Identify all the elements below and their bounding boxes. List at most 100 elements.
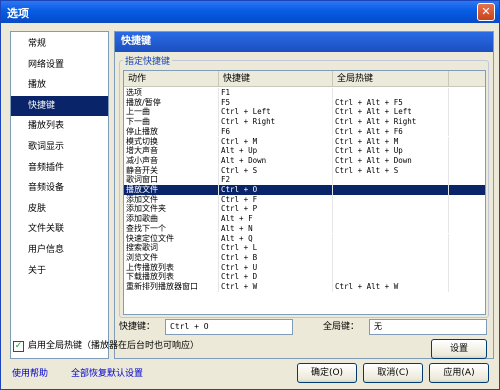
- sidebar-item[interactable]: 播放列表: [11, 116, 108, 136]
- shortcut-cell: Alt + Q: [219, 233, 333, 244]
- table-row[interactable]: 查找下一个 Alt + N: [124, 223, 485, 234]
- action-cell: 播放/暂停: [124, 97, 219, 108]
- sidebar-item[interactable]: 常规: [11, 34, 108, 54]
- sidebar-item[interactable]: 歌词显示: [11, 137, 108, 157]
- action-cell: 上一曲: [124, 107, 219, 118]
- table-row[interactable]: 下载播放列表 Ctrl + D: [124, 272, 485, 282]
- shortcut-cell: Ctrl + M: [219, 136, 333, 147]
- sidebar-item[interactable]: 文件关联: [11, 219, 108, 239]
- shortcut-table: 动作 快捷键 全局热键 选项 F1 播放/暂停 F5 Ctrl + Alt + F5 上一…: [123, 70, 486, 315]
- action-cell: 添加歌曲: [124, 214, 219, 224]
- sidebar-item[interactable]: 皮肤: [11, 199, 108, 219]
- sidebar-item[interactable]: 用户信息: [11, 240, 108, 260]
- shortcut-panel: 快捷键 指定快捷键 动作 快捷键 全局热键 选项 F1 播放/暂停 F5 Ctrl + …: [114, 31, 494, 359]
- global-hotkey-label: 全局键：: [323, 322, 360, 332]
- table-row[interactable]: 减小声音 Alt + Down Ctrl + Alt + Down: [124, 155, 485, 166]
- global-hotkey-cell: [333, 223, 449, 234]
- table-row[interactable]: 重新排列播放器窗口 Ctrl + W Ctrl + Alt + W: [124, 282, 485, 292]
- global-hotkey-cell: Ctrl + Alt + W: [333, 282, 449, 292]
- shortcut-input[interactable]: Ctrl + O: [165, 319, 293, 335]
- table-row[interactable]: 增大声音 Alt + Up Ctrl + Alt + Up: [124, 146, 485, 156]
- action-cell: 浏览文件: [124, 252, 219, 263]
- table-row[interactable]: 浏览文件 Ctrl + B: [124, 252, 485, 263]
- global-hotkey-cell: [333, 194, 449, 205]
- title-bar[interactable]: 选项 ✕: [1, 1, 499, 23]
- action-cell: 停止播放: [124, 126, 219, 137]
- table-row[interactable]: 下一曲 Ctrl + Right Ctrl + Alt + Right: [124, 117, 485, 127]
- shortcut-cell: Ctrl + Left: [219, 107, 333, 118]
- panel-title: 快捷键: [115, 32, 493, 52]
- enable-global-hotkey-label[interactable]: 启用全局热键（播放器在后台时也可响应）: [28, 338, 199, 354]
- settings-category-list: 常规 网络设置 播放 快捷键 播放列表 歌词显示 音频插件 音频设备 皮肤 文件关联 用户信息 关于: [10, 31, 109, 359]
- table-row[interactable]: 模式切换 Ctrl + M Ctrl + Alt + M: [124, 136, 485, 147]
- global-hotkey-cell: [333, 272, 449, 282]
- action-cell: 静音开关: [124, 165, 219, 176]
- shortcut-cell: Ctrl + L: [219, 243, 333, 253]
- table-row[interactable]: 上传播放列表 Ctrl + U: [124, 262, 485, 273]
- global-hotkey-cell: [333, 185, 449, 195]
- shortcut-cell: Ctrl + B: [219, 252, 333, 263]
- table-row[interactable]: 添加文件 Ctrl + F: [124, 194, 485, 205]
- table-row[interactable]: 静音开关 Ctrl + S Ctrl + Alt + S: [124, 165, 485, 176]
- restore-defaults-link[interactable]: 全部恢复默认设置: [71, 367, 143, 381]
- table-row[interactable]: 快速定位文件 Alt + Q: [124, 233, 485, 244]
- column-header-global-hotkey[interactable]: 全局热键: [333, 71, 449, 87]
- sidebar-item[interactable]: 关于: [11, 261, 108, 281]
- table-row[interactable]: 播放/暂停 F5 Ctrl + Alt + F5: [124, 97, 485, 108]
- shortcut-cell: Ctrl + O: [219, 185, 333, 195]
- shortcut-label: 快捷键：: [119, 322, 156, 332]
- cancel-button[interactable]: 取消(C): [363, 363, 423, 383]
- sidebar-item[interactable]: 快捷键: [11, 95, 108, 116]
- action-cell: 重新排列播放器窗口: [124, 282, 219, 292]
- sidebar-item[interactable]: 音频插件: [11, 158, 108, 178]
- action-cell: 增大声音: [124, 146, 219, 156]
- table-row[interactable]: 搜索歌词 Ctrl + L: [124, 243, 485, 253]
- table-row[interactable]: 添加歌曲 Alt + F: [124, 214, 485, 224]
- ok-button[interactable]: 确定(O): [297, 363, 357, 383]
- table-row[interactable]: 歌词窗口 F2: [124, 175, 485, 185]
- table-row[interactable]: 添加文件夹 Ctrl + P: [124, 204, 485, 215]
- action-cell: 减小声音: [124, 155, 219, 166]
- global-hotkey-cell: [333, 243, 449, 253]
- shortcut-cell: F2: [219, 175, 333, 185]
- enable-global-hotkey-checkbox[interactable]: ✓: [13, 341, 24, 352]
- checkmark-icon: ✓: [14, 341, 23, 351]
- table-row[interactable]: 上一曲 Ctrl + Left Ctrl + Alt + Left: [124, 107, 485, 118]
- global-hotkey-cell: Ctrl + Alt + Up: [333, 146, 449, 156]
- shortcut-cell: Ctrl + Right: [219, 117, 333, 127]
- global-hotkey-cell: Ctrl + Alt + Left: [333, 107, 449, 118]
- global-hotkey-cell: [333, 262, 449, 273]
- shortcut-cell: Alt + N: [219, 223, 333, 234]
- help-link[interactable]: 使用帮助: [12, 367, 48, 381]
- set-button[interactable]: 设置: [431, 339, 487, 359]
- column-header-action[interactable]: 动作: [124, 71, 219, 87]
- global-hotkey-cell: [333, 175, 449, 185]
- table-row[interactable]: 播放文件 Ctrl + O: [124, 185, 485, 195]
- global-hotkey-input[interactable]: 无: [369, 319, 487, 335]
- shortcut-cell: Ctrl + U: [219, 262, 333, 273]
- column-header-shortcut[interactable]: 快捷键: [219, 71, 333, 87]
- close-icon: ✕: [481, 5, 491, 18]
- table-row[interactable]: 选项 F1: [124, 88, 485, 98]
- sidebar-item[interactable]: 网络设置: [11, 55, 108, 75]
- shortcut-cell: Ctrl + F: [219, 194, 333, 205]
- shortcut-cell: Ctrl + S: [219, 165, 333, 176]
- global-hotkey-cell: Ctrl + Alt + Right: [333, 117, 449, 127]
- window-title: 选项: [7, 7, 29, 20]
- apply-button[interactable]: 应用(A): [429, 363, 489, 383]
- action-cell: 快速定位文件: [124, 233, 219, 244]
- action-cell: 播放文件: [124, 185, 219, 195]
- shortcut-cell: Ctrl + D: [219, 272, 333, 282]
- action-cell: 添加文件夹: [124, 204, 219, 215]
- shortcut-cell: F5: [219, 97, 333, 108]
- table-row[interactable]: 停止播放 F6 Ctrl + Alt + F6: [124, 126, 485, 137]
- close-button[interactable]: ✕: [477, 3, 495, 21]
- shortcut-cell: F6: [219, 126, 333, 137]
- shortcut-cell: Ctrl + P: [219, 204, 333, 215]
- sidebar-item[interactable]: 音频设备: [11, 178, 108, 198]
- sidebar-item[interactable]: 播放: [11, 75, 108, 95]
- global-hotkey-cell: [333, 88, 449, 98]
- action-cell: 添加文件: [124, 194, 219, 205]
- shortcut-cell: Alt + Down: [219, 155, 333, 166]
- global-hotkey-cell: Ctrl + Alt + M: [333, 136, 449, 147]
